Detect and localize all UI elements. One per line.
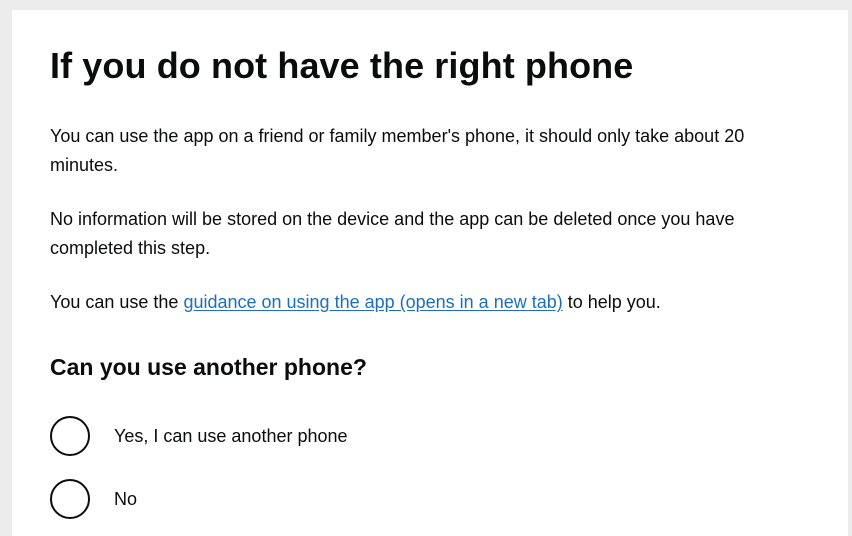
guidance-link[interactable]: guidance on using the app (opens in a ne… bbox=[183, 292, 562, 312]
radio-label-no[interactable]: No bbox=[114, 487, 137, 512]
guidance-paragraph: You can use the guidance on using the ap… bbox=[50, 288, 810, 317]
guidance-text-before: You can use the bbox=[50, 292, 184, 312]
radio-circle-icon[interactable] bbox=[50, 416, 90, 456]
guidance-text-after: to help you. bbox=[562, 292, 661, 312]
radio-circle-icon[interactable] bbox=[50, 479, 90, 519]
radio-option-no[interactable]: No bbox=[50, 477, 137, 521]
privacy-paragraph: No information will be stored on the dev… bbox=[50, 209, 735, 258]
question-heading: Can you use another phone? bbox=[50, 354, 367, 380]
page-container: If you do not have the right phone You c… bbox=[12, 10, 848, 536]
radio-option-yes[interactable]: Yes, I can use another phone bbox=[50, 414, 348, 458]
radio-label-yes[interactable]: Yes, I can use another phone bbox=[114, 424, 348, 449]
intro-paragraph: You can use the app on a friend or famil… bbox=[50, 126, 745, 175]
page-title: If you do not have the right phone bbox=[50, 45, 634, 86]
